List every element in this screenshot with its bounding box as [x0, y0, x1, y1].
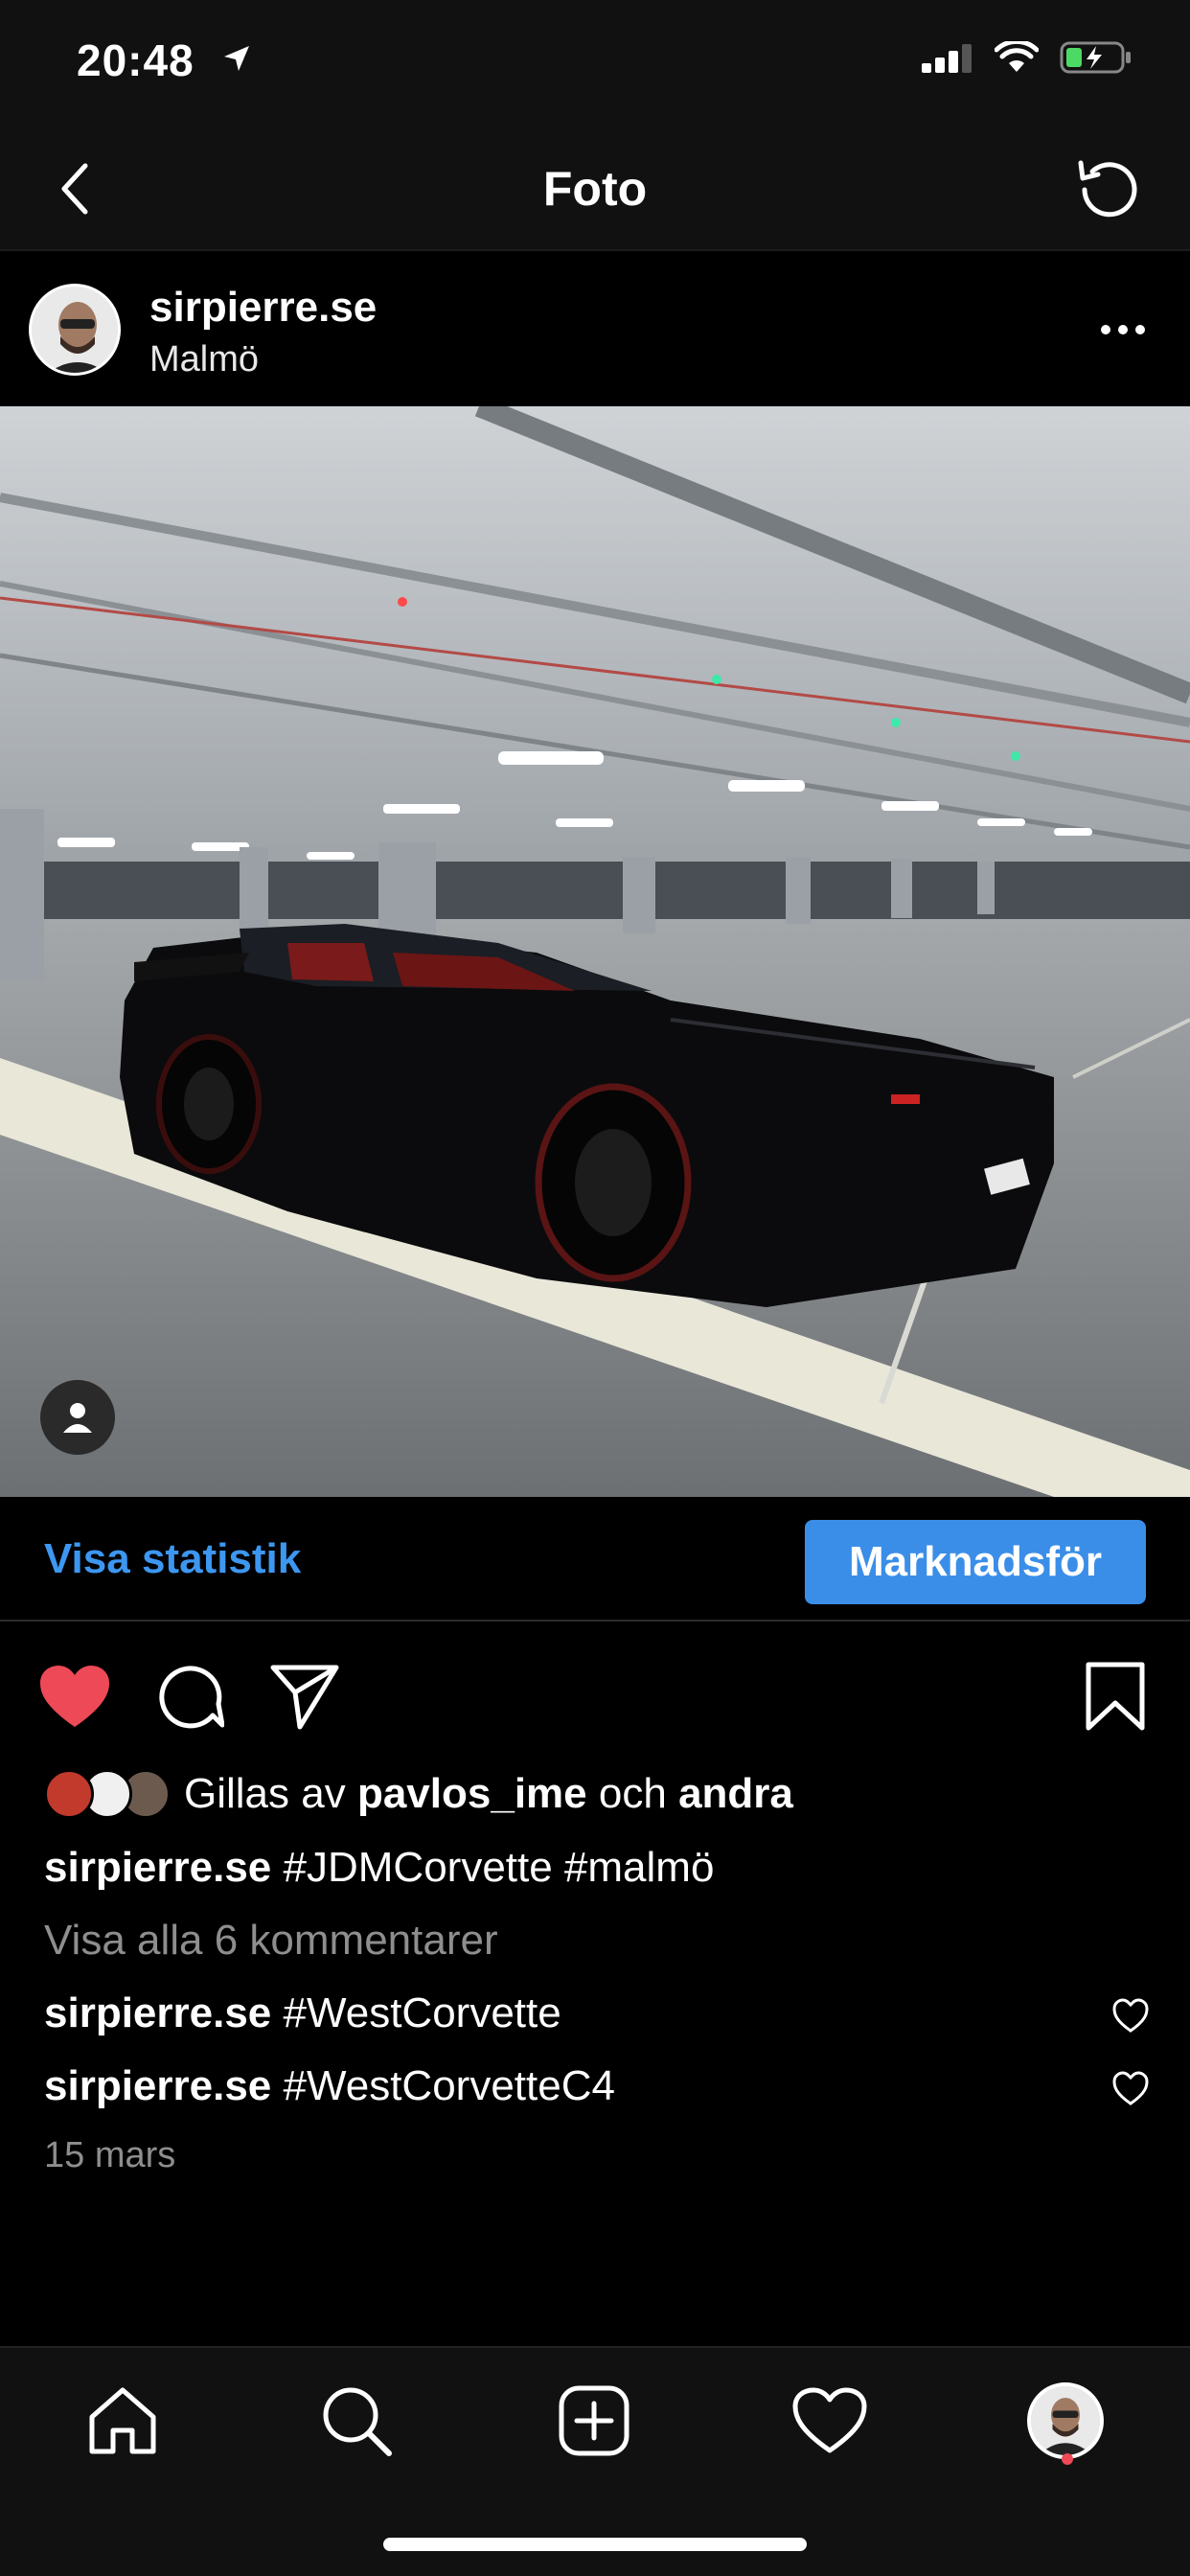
action-bar [0, 1622, 1190, 1765]
avatar[interactable] [29, 284, 121, 376]
profile-portrait-icon [1031, 2386, 1100, 2455]
new-post-icon [559, 2385, 629, 2456]
comment-username[interactable]: sirpierre.se [44, 1990, 271, 2036]
status-indicators [922, 40, 1133, 75]
caption-text: #JDMCorvette #malmö [283, 1844, 715, 1891]
insights-row: Visa statistik Marknadsför [0, 1497, 1190, 1622]
avatar [44, 1769, 94, 1819]
nav-bar: Foto [0, 126, 1190, 251]
post-username[interactable]: sirpierre.se [149, 284, 377, 332]
likes-connector: och [598, 1770, 667, 1817]
avatar-portrait-icon [32, 287, 118, 373]
home-indicator[interactable] [383, 2538, 807, 2551]
wifi-icon [995, 41, 1039, 72]
status-time: 20:48 [77, 35, 195, 85]
notification-dot [1062, 2453, 1073, 2465]
more-options-icon[interactable] [1085, 309, 1161, 351]
tab-activity[interactable] [782, 2373, 878, 2469]
save-button[interactable] [1075, 1656, 1156, 1736]
comment-text: #WestCorvette [283, 1990, 561, 2036]
view-insights-link[interactable]: Visa statistik [44, 1535, 301, 1583]
person-icon [63, 1403, 92, 1433]
likes-others[interactable]: andra [678, 1770, 793, 1817]
refresh-icon [1078, 160, 1137, 218]
comment-username[interactable]: sirpierre.se [44, 2062, 271, 2109]
search-icon [323, 2387, 392, 2456]
location-arrow-icon [224, 46, 249, 71]
view-all-comments-link[interactable]: Visa alla 6 kommentarer [44, 1917, 498, 1965]
bookmark-icon [1086, 1662, 1145, 1731]
status-bar: 20:48 [0, 0, 1190, 126]
comment-row: sirpierre.se #WestCorvetteC4 [44, 2062, 615, 2110]
page-title: Foto [542, 162, 648, 216]
comment-text: #WestCorvetteC4 [283, 2062, 615, 2109]
activity-icon [792, 2387, 867, 2453]
likes-prefix: Gillas av [184, 1770, 346, 1817]
likes-text: Gillas av pavlos_ime och andra [184, 1770, 793, 1818]
tab-home[interactable] [75, 2373, 171, 2469]
profile-avatar [1027, 2382, 1104, 2459]
comment-icon [159, 1666, 224, 1729]
post-location[interactable]: Malmö [149, 339, 259, 380]
comment-row: sirpierre.se #WestCorvette [44, 1990, 561, 2037]
heart-filled-icon [40, 1666, 109, 1727]
tagged-people-button[interactable] [40, 1380, 115, 1455]
tab-search[interactable] [309, 2373, 404, 2469]
comment-like-icon[interactable] [1111, 1997, 1150, 2036]
caption: sirpierre.se #JDMCorvette #malmö [44, 1844, 714, 1892]
comment-button[interactable] [149, 1656, 230, 1736]
car-photo-image [0, 406, 1190, 1497]
refresh-button[interactable] [1067, 150, 1148, 230]
signal-icon [922, 44, 972, 73]
tab-new-post[interactable] [546, 2373, 642, 2469]
battery-icon [1060, 41, 1131, 74]
home-icon [89, 2387, 156, 2454]
share-button[interactable] [264, 1656, 345, 1736]
liker-avatars [44, 1767, 174, 1821]
caption-username[interactable]: sirpierre.se [44, 1844, 271, 1891]
liker-username[interactable]: pavlos_ime [357, 1770, 587, 1817]
post-photo[interactable] [0, 406, 1190, 1497]
like-button[interactable] [34, 1656, 115, 1736]
post-date: 15 mars [44, 2135, 176, 2175]
post-header: sirpierre.se Malmö [0, 251, 1190, 406]
promote-button[interactable]: Marknadsför [805, 1520, 1146, 1604]
likes-row[interactable]: Gillas av pavlos_ime och andra [44, 1765, 793, 1823]
comment-like-icon[interactable] [1111, 2070, 1150, 2108]
send-icon [270, 1665, 339, 1730]
